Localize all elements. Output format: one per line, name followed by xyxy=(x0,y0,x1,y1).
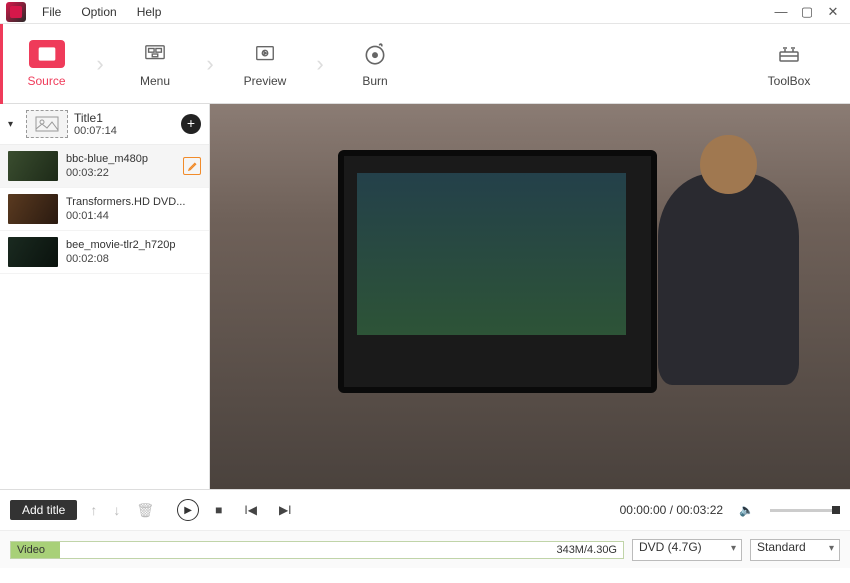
disc-type-select[interactable]: DVD (4.7G) xyxy=(632,539,742,561)
main-area: ▾ Title1 00:07:14 + bbc-blue_m480p 00:03… xyxy=(0,104,850,490)
tab-burn[interactable]: Burn xyxy=(330,24,420,104)
minimize-icon[interactable]: — xyxy=(774,5,788,19)
title-row[interactable]: ▾ Title1 00:07:14 + xyxy=(0,104,209,145)
volume-icon[interactable]: 🔈 xyxy=(733,503,760,517)
close-icon[interactable]: ✕ xyxy=(826,5,840,19)
title-duration: 00:07:14 xyxy=(74,125,117,137)
clip-name: bbc-blue_m480p xyxy=(66,153,148,165)
preview-frame xyxy=(210,104,850,489)
clip-duration: 00:03:22 xyxy=(66,167,148,179)
collapse-icon[interactable]: ▾ xyxy=(8,119,20,130)
next-button[interactable]: ▶I xyxy=(273,503,298,517)
controls-bar: Add title ↑ ↓ 🗑 ▶ ■ I◀ ▶I 00:00:00 / 00:… xyxy=(0,490,850,530)
titlebar: File Option Help — ▢ ✕ xyxy=(0,0,850,24)
toolbar: Source › Menu › Preview › Burn ToolBox xyxy=(0,24,850,104)
tab-label: Burn xyxy=(362,74,387,88)
preview-pane[interactable] xyxy=(210,104,850,489)
play-button[interactable]: ▶ xyxy=(177,499,199,521)
clip-name: Transformers.HD DVD... xyxy=(66,196,185,208)
tab-label: Preview xyxy=(244,74,287,88)
quality-select[interactable]: Standard xyxy=(750,539,840,561)
time-current: 00:00:00 xyxy=(620,503,667,517)
tab-label: Source xyxy=(27,74,65,88)
clip-duration: 00:01:44 xyxy=(66,210,185,222)
chevron-right-icon: › xyxy=(200,24,220,104)
preview-icon xyxy=(247,40,283,68)
clip-thumbnail xyxy=(8,194,58,224)
clip-row[interactable]: bee_movie-tlr2_h720p 00:02:08 xyxy=(0,231,209,274)
stop-button[interactable]: ■ xyxy=(209,503,228,517)
tab-preview[interactable]: Preview xyxy=(220,24,310,104)
sidebar: ▾ Title1 00:07:14 + bbc-blue_m480p 00:03… xyxy=(0,104,210,489)
burn-icon xyxy=(357,40,393,68)
menu-layout-icon xyxy=(137,40,173,68)
track-type-label: Video xyxy=(17,544,45,556)
toolbox-icon xyxy=(771,40,807,68)
clip-row[interactable]: Transformers.HD DVD... 00:01:44 xyxy=(0,188,209,231)
time-display: 00:00:00 / 00:03:22 xyxy=(620,503,723,517)
volume-slider[interactable] xyxy=(770,509,840,512)
clip-name: bee_movie-tlr2_h720p xyxy=(66,239,175,251)
menu-help[interactable]: Help xyxy=(127,0,172,24)
bottom-bar: Video 343M/4.30G DVD (4.7G) Standard xyxy=(0,530,850,568)
tab-toolbox[interactable]: ToolBox xyxy=(744,24,834,104)
chevron-right-icon: › xyxy=(310,24,330,104)
move-down-icon[interactable]: ↓ xyxy=(110,502,123,518)
clip-row[interactable]: bbc-blue_m480p 00:03:22 xyxy=(0,145,209,188)
chevron-right-icon: › xyxy=(90,24,110,104)
delete-icon[interactable]: 🗑 xyxy=(133,502,157,519)
disc-capacity-bar: Video 343M/4.30G xyxy=(10,541,624,559)
maximize-icon[interactable]: ▢ xyxy=(800,5,814,19)
add-clip-button[interactable]: + xyxy=(181,114,201,134)
tab-source[interactable]: Source xyxy=(0,24,90,104)
clip-thumbnail xyxy=(8,237,58,267)
source-icon xyxy=(29,40,65,68)
window-controls: — ▢ ✕ xyxy=(774,5,850,19)
prev-button[interactable]: I◀ xyxy=(238,503,263,517)
time-total: 00:03:22 xyxy=(676,503,723,517)
tab-menu[interactable]: Menu xyxy=(110,24,200,104)
move-up-icon[interactable]: ↑ xyxy=(87,502,100,518)
title-name: Title1 xyxy=(74,111,117,125)
tab-label: Menu xyxy=(140,74,170,88)
menu-file[interactable]: File xyxy=(32,0,71,24)
title-text: Title1 00:07:14 xyxy=(74,111,117,137)
clip-duration: 00:02:08 xyxy=(66,253,175,265)
add-title-button[interactable]: Add title xyxy=(10,500,77,520)
clip-thumbnail xyxy=(8,151,58,181)
title-thumbnail xyxy=(26,110,68,138)
edit-clip-button[interactable] xyxy=(183,157,201,175)
size-label: 343M/4.30G xyxy=(556,544,617,556)
tab-label: ToolBox xyxy=(768,74,811,88)
app-logo xyxy=(6,2,26,22)
menu-option[interactable]: Option xyxy=(71,0,126,24)
